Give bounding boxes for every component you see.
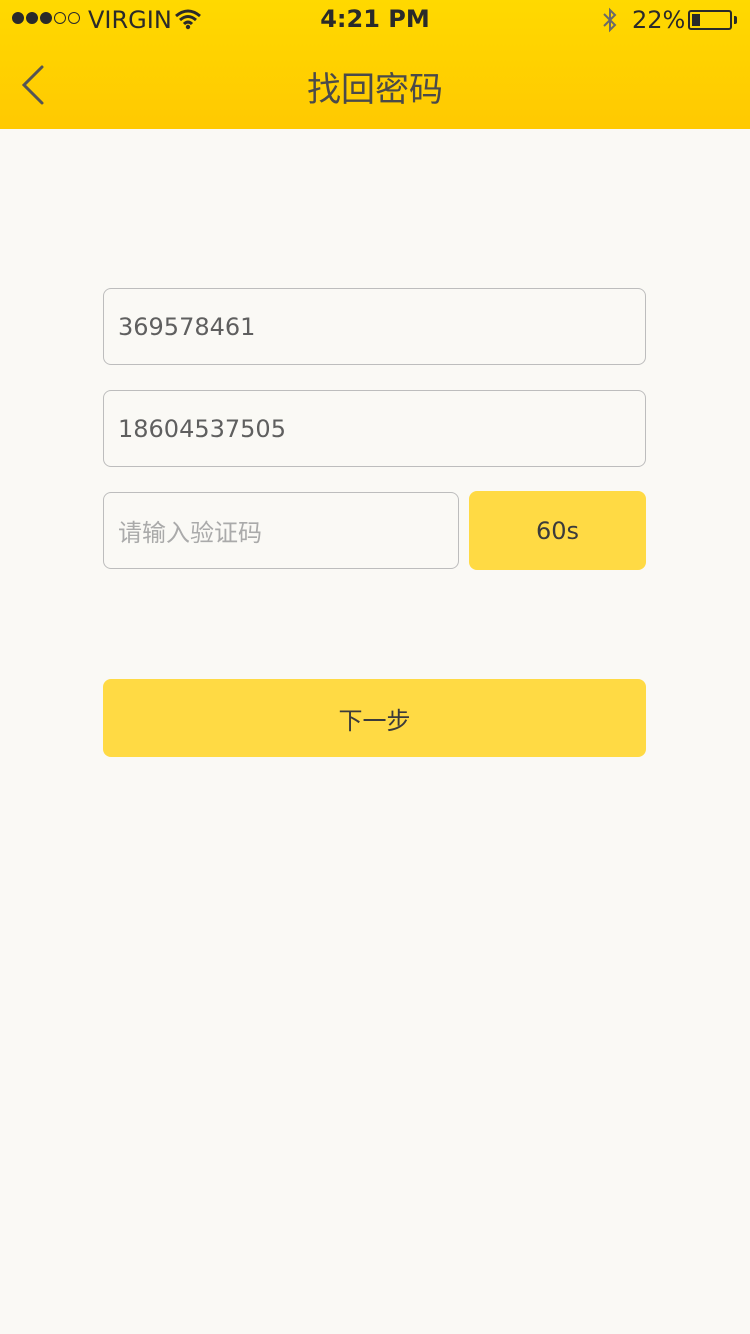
battery-tip	[734, 16, 737, 24]
next-step-button[interactable]: 下一步	[103, 679, 646, 757]
account-input[interactable]: 369578461	[103, 288, 646, 365]
page-title: 找回密码	[307, 70, 443, 110]
phone-input[interactable]: 18604537505	[103, 390, 646, 467]
status-bar: VIRGIN 4:21 PM 22%	[0, 0, 750, 40]
resend-code-button[interactable]: 60s	[469, 491, 646, 570]
battery-level-fill	[692, 14, 700, 26]
bluetooth-icon	[600, 6, 620, 40]
header-bar: VIRGIN 4:21 PM 22% 找回密码	[0, 0, 750, 129]
battery-percent: 22%	[632, 6, 686, 34]
verification-code-input[interactable]: 请输入验证码	[103, 492, 459, 569]
battery-icon	[688, 10, 732, 30]
